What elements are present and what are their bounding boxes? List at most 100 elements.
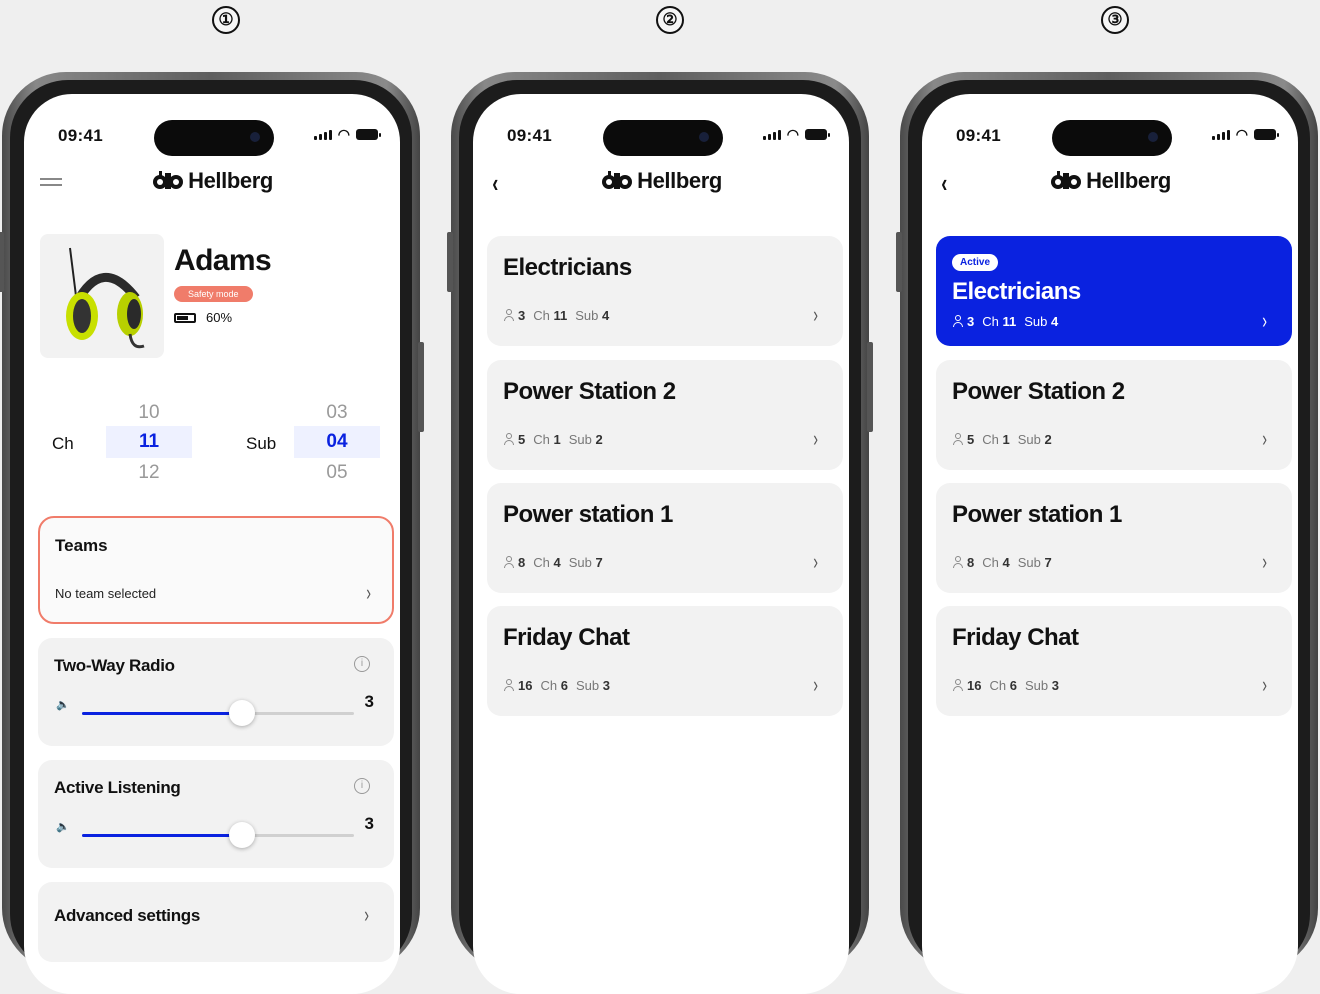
two-way-radio-slider[interactable]: [82, 700, 354, 726]
active-badge: Active: [952, 254, 999, 271]
member-count: 16: [967, 678, 982, 693]
sub-label: Sub: [575, 678, 600, 693]
sub-value: 4: [602, 308, 610, 323]
team-name: Electricians: [503, 254, 632, 281]
safety-mode-badge: Safety mode: [174, 286, 253, 302]
person-icon: [503, 556, 515, 568]
chevron-right-icon: ›: [1261, 308, 1267, 333]
channel-label: Ch: [989, 678, 1007, 693]
team-card-friday-chat[interactable]: Friday Chat 16 Ch 6 Sub 3 ›: [936, 606, 1292, 716]
device-screen: 09:41 ◠ ‹ Hellberg Active Electricians 3…: [922, 94, 1298, 994]
channel-value: 6: [560, 678, 568, 693]
wifi-icon: ◠: [786, 126, 799, 142]
active-listening-title: Active Listening: [54, 778, 181, 797]
chevron-right-icon: ›: [363, 902, 369, 927]
person-icon: [952, 679, 964, 691]
channel-value: 1: [553, 432, 561, 447]
channel-prev[interactable]: 10: [106, 402, 192, 424]
sub-label: Sub: [246, 434, 277, 453]
channel-label: Ch: [982, 314, 999, 329]
sub-label: Sub: [1017, 555, 1041, 570]
device-name: Adams: [174, 244, 272, 277]
app-header: ‹ Hellberg: [473, 164, 849, 200]
phone-frame-3: 09:41 ◠ ‹ Hellberg Active Electricians 3…: [896, 72, 1318, 994]
two-way-radio-card: Two-Way Radio i 🔈 3: [38, 638, 394, 746]
brand-name: Hellberg: [637, 168, 722, 193]
slider-thumb[interactable]: [229, 822, 256, 848]
channel-label: Ch: [540, 678, 558, 693]
info-icon[interactable]: i: [354, 656, 370, 672]
sub-value: 7: [1044, 555, 1052, 570]
team-card-power-station-1[interactable]: Power station 1 8 Ch 4 Sub 7 ›: [487, 483, 843, 593]
person-icon: [503, 679, 515, 691]
phone-frame-2: 09:41 ◠ ‹ Hellberg Electricians 3 Ch 11 …: [447, 72, 873, 994]
slider-fill: [82, 712, 243, 715]
team-name: Power station 1: [952, 501, 1122, 528]
channel-label: Ch: [52, 434, 74, 453]
battery-percent: 60%: [206, 310, 233, 325]
channel-current[interactable]: 11: [106, 426, 192, 458]
team-meta: 3 Ch 11 Sub 4: [952, 314, 1058, 329]
sub-next[interactable]: 05: [294, 462, 380, 484]
active-listening-slider[interactable]: [82, 822, 354, 848]
member-count: 8: [518, 555, 526, 570]
channel-next[interactable]: 12: [106, 462, 192, 484]
chevron-right-icon: ›: [1261, 426, 1267, 451]
team-card-power-station-2[interactable]: Power Station 2 5 Ch 1 Sub 2 ›: [487, 360, 843, 470]
status-time: 09:41: [58, 126, 103, 145]
channel-value: 11: [1002, 314, 1017, 329]
chevron-right-icon: ›: [365, 580, 371, 605]
speaker-icon: 🔈: [56, 699, 70, 711]
person-icon: [952, 556, 964, 568]
info-icon[interactable]: i: [354, 778, 370, 794]
sub-current[interactable]: 04: [294, 426, 380, 458]
team-card-electricians-active[interactable]: Active Electricians 3 Ch 11 Sub 4 ›: [936, 236, 1292, 346]
brand-logo: Hellberg: [24, 168, 400, 194]
signal-icon: [1211, 130, 1230, 140]
channel-label: Ch: [533, 308, 550, 323]
chevron-right-icon: ›: [1261, 549, 1267, 574]
team-meta: 3 Ch 11 Sub 4: [503, 308, 609, 323]
dynamic-island: [603, 120, 723, 156]
status-time: 09:41: [507, 126, 552, 145]
chevron-right-icon: ›: [812, 672, 818, 697]
person-icon: [952, 315, 964, 327]
speaker-icon: 🔈: [56, 821, 70, 833]
status-icons: ◠: [1211, 127, 1279, 141]
step-1-badge: ①: [212, 6, 240, 34]
chevron-right-icon: ›: [812, 302, 818, 327]
wifi-icon: ◠: [337, 126, 350, 142]
headset-image: [40, 234, 164, 358]
two-way-radio-title: Two-Way Radio: [54, 656, 175, 675]
team-meta: 16 Ch 6 Sub 3: [503, 678, 610, 693]
team-card-power-station-1[interactable]: Power station 1 8 Ch 4 Sub 7 ›: [936, 483, 1292, 593]
team-card-electricians[interactable]: Electricians 3 Ch 11 Sub 4 ›: [487, 236, 843, 346]
slider-thumb[interactable]: [229, 700, 256, 726]
sub-prev[interactable]: 03: [294, 402, 380, 424]
battery-icon: [805, 129, 830, 140]
team-name: Power Station 2: [503, 378, 676, 405]
member-count: 8: [967, 555, 975, 570]
step-3-badge: ③: [1101, 6, 1129, 34]
app-header: ‹ Hellberg: [922, 164, 1298, 200]
team-meta: 5 Ch 1 Sub 2: [503, 432, 603, 447]
member-count: 5: [518, 432, 526, 447]
teams-title: Teams: [55, 536, 108, 555]
device-screen: 09:41 ◠ Hellberg Adams Safety mode 60% C…: [24, 94, 400, 994]
phone-frame-1: 09:41 ◠ Hellberg Adams Safety mode 60% C…: [0, 72, 424, 994]
member-count: 3: [967, 314, 975, 329]
sub-value: 3: [1051, 678, 1059, 693]
person-icon: [952, 433, 964, 445]
channel-label: Ch: [533, 432, 550, 447]
team-name: Power station 1: [503, 501, 673, 528]
brand-logo: Hellberg: [473, 168, 849, 194]
sub-label: Sub: [1024, 314, 1048, 329]
team-card-friday-chat[interactable]: Friday Chat 16 Ch 6 Sub 3 ›: [487, 606, 843, 716]
teams-card[interactable]: Teams No team selected ›: [38, 516, 394, 624]
device-screen: 09:41 ◠ ‹ Hellberg Electricians 3 Ch 11 …: [473, 94, 849, 994]
team-name: Friday Chat: [503, 624, 630, 651]
team-card-power-station-2[interactable]: Power Station 2 5 Ch 1 Sub 2 ›: [936, 360, 1292, 470]
advanced-settings-card[interactable]: Advanced settings ›: [38, 882, 394, 962]
sub-value: 2: [1044, 432, 1052, 447]
teams-subtitle: No team selected: [55, 586, 157, 601]
